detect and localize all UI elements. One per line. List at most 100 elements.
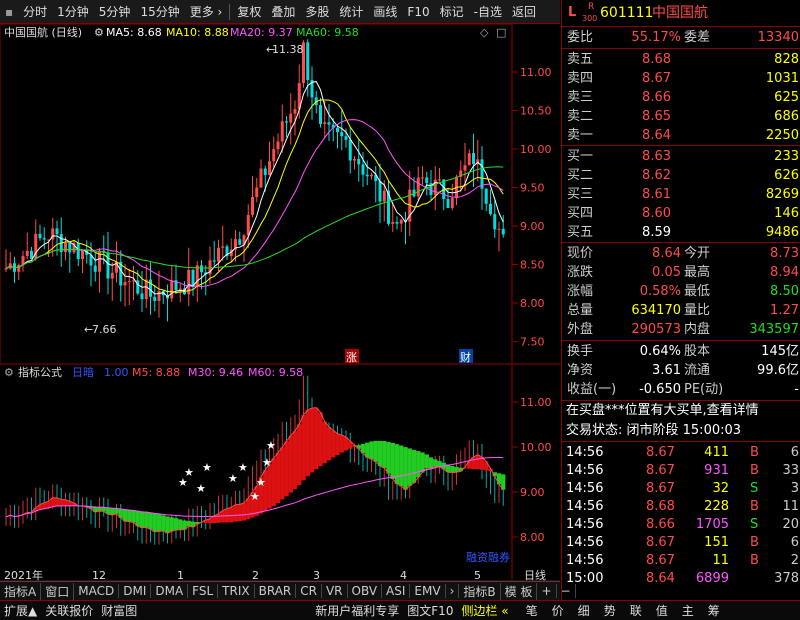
tab-trix[interactable]: TRIX bbox=[218, 584, 255, 598]
stat-label: 外盘 bbox=[567, 322, 594, 337]
period-label[interactable]: 日线 bbox=[524, 568, 546, 582]
f10-button[interactable]: 图文F10 bbox=[403, 602, 457, 619]
new-user-promo[interactable]: 新用户福利专享 bbox=[311, 602, 403, 619]
trade-direction: B bbox=[750, 445, 759, 460]
expand-button[interactable]: 扩展▲ bbox=[0, 602, 41, 619]
sub-settings-icon[interactable]: ⚙ bbox=[4, 366, 14, 379]
settings-icon[interactable]: ⚙ bbox=[94, 26, 104, 39]
tab-chou[interactable]: 筹 bbox=[701, 602, 727, 619]
trade-time: 14:56 bbox=[566, 517, 604, 532]
tab-dma[interactable]: DMA bbox=[151, 584, 189, 598]
buy-order-row: 买二 8.62 626 bbox=[562, 166, 800, 186]
sub-val1: 1.00 bbox=[104, 366, 129, 379]
tab-jia[interactable]: 价 bbox=[545, 602, 571, 619]
close-icon[interactable]: □ bbox=[496, 26, 506, 39]
kline-chart-area[interactable]: 11.00 10.50 10.00 9.50 9.00 8.50 8.00 7.50 11.0… bbox=[0, 24, 560, 592]
tab-zhu[interactable]: 主 bbox=[675, 602, 701, 619]
tab-bi[interactable]: 笔 bbox=[519, 602, 545, 619]
tab-zhibiao-a[interactable]: 指标A bbox=[0, 582, 42, 600]
candle-body bbox=[285, 121, 288, 123]
toolbar-huaxian[interactable]: 画线 bbox=[368, 0, 402, 24]
big-order-notice[interactable]: 在买盘***位置有大买单,查看详情 bbox=[562, 401, 800, 421]
candle-body bbox=[480, 159, 484, 189]
candle-body bbox=[489, 203, 492, 215]
tab-obv[interactable]: OBV bbox=[348, 584, 383, 598]
tab-asi[interactable]: ASI bbox=[382, 584, 411, 598]
trade-count: 20 bbox=[782, 517, 799, 532]
toolbar-item-15min[interactable]: 15分钟 bbox=[135, 0, 184, 24]
sell-order-row: 卖一 8.64 2250 bbox=[562, 126, 800, 146]
toolbar-biaoji[interactable]: 标记 bbox=[435, 0, 469, 24]
candle-body bbox=[501, 228, 505, 235]
tab-macd[interactable]: MACD bbox=[74, 584, 120, 598]
trade-time: 14:56 bbox=[566, 553, 604, 568]
stat-value: 8.64 bbox=[652, 246, 681, 261]
toolbar-item-more[interactable]: 更多 › bbox=[185, 0, 228, 24]
order-price: 8.66 bbox=[642, 90, 671, 105]
weicha-label: 委差 bbox=[684, 30, 711, 45]
stat-label: 今开 bbox=[684, 246, 711, 261]
tab-brar[interactable]: BRAR bbox=[255, 584, 297, 598]
rzrq-link[interactable]: 融资融券 bbox=[466, 550, 510, 564]
toolbar-f10[interactable]: F10 bbox=[402, 0, 434, 24]
tab-window[interactable]: 窗口 bbox=[41, 582, 75, 600]
tab-vr[interactable]: VR bbox=[322, 584, 348, 598]
related-quote-button[interactable]: 关联报价 bbox=[41, 602, 97, 619]
candle-body bbox=[438, 179, 441, 181]
sub-label: 日暗 bbox=[72, 365, 94, 379]
candle-body bbox=[399, 219, 403, 224]
tab-shi[interactable]: 势 bbox=[597, 602, 623, 619]
candle-body bbox=[221, 246, 225, 248]
tab-emv[interactable]: EMV bbox=[410, 584, 446, 598]
divider bbox=[562, 48, 800, 49]
candle-body bbox=[212, 260, 216, 262]
fund-value: 145亿 bbox=[761, 344, 799, 359]
diamond-icon[interactable]: ◇ bbox=[480, 26, 489, 39]
trade-volume: 1705 bbox=[695, 517, 729, 532]
toolbar-tongji[interactable]: 统计 bbox=[334, 0, 368, 24]
weibi-value: 55.17% bbox=[631, 30, 681, 45]
candle-body bbox=[170, 280, 174, 299]
xaxis-label: 2021年 bbox=[4, 568, 43, 582]
main-yaxis-ticks: 11.00 10.50 10.00 9.50 9.00 8.50 8.00 7.50 bbox=[512, 66, 552, 349]
order-level-label: 卖一 bbox=[567, 128, 594, 143]
candle-body bbox=[4, 268, 8, 270]
toolbar-duogu[interactable]: 多股 bbox=[300, 0, 334, 24]
trade-volume: 228 bbox=[704, 499, 729, 514]
wealth-chart-button[interactable]: 财富图 bbox=[97, 602, 141, 619]
tab-more-icon[interactable]: › bbox=[446, 584, 460, 598]
tab-fsl[interactable]: FSL bbox=[188, 584, 219, 598]
candle-body bbox=[340, 132, 344, 137]
tab-xi[interactable]: 细 bbox=[571, 602, 597, 619]
divider bbox=[562, 145, 800, 146]
tab-dmi[interactable]: DMI bbox=[119, 584, 152, 598]
trade-row: 15:00 8.64 6899 378 bbox=[562, 569, 800, 589]
toolbar-square-icon[interactable]: ▪ bbox=[0, 0, 18, 24]
tab-zhi[interactable]: 值 bbox=[649, 602, 675, 619]
tab-lian[interactable]: 联 bbox=[623, 602, 649, 619]
tab-add-button[interactable]: + bbox=[537, 584, 557, 598]
trade-direction: B bbox=[750, 463, 759, 478]
trade-count: 33 bbox=[782, 463, 799, 478]
candle-body bbox=[293, 109, 297, 114]
candle-body bbox=[357, 158, 361, 165]
tab-template[interactable]: 模 板 bbox=[501, 582, 538, 600]
toolbar-fanhui[interactable]: 返回 bbox=[507, 0, 541, 24]
tab-cr[interactable]: CR bbox=[296, 584, 322, 598]
toolbar-item-5min[interactable]: 5分钟 bbox=[94, 0, 136, 24]
stock-name: 中国国航 bbox=[652, 5, 708, 21]
toolbar-item-1min[interactable]: 1分钟 bbox=[52, 0, 94, 24]
toolbar-item-fenshi[interactable]: 分时 bbox=[18, 0, 52, 24]
tab-zhibiao-b[interactable]: 指标B bbox=[459, 582, 501, 600]
candle-body bbox=[365, 174, 369, 177]
candle-body bbox=[493, 214, 497, 230]
fund-value: 0.64% bbox=[639, 344, 681, 359]
toolbar-diejia[interactable]: 叠加 bbox=[266, 0, 300, 24]
toolbar-fuquan[interactable]: 复权 bbox=[232, 0, 266, 24]
fund-value: -0.650 bbox=[639, 382, 681, 397]
fund-label: 换手 bbox=[567, 344, 594, 359]
candle-body bbox=[344, 136, 348, 140]
toolbar-zixuan[interactable]: -自选 bbox=[469, 0, 507, 24]
sidebar-toggle[interactable]: 侧边栏 « bbox=[457, 602, 512, 619]
trade-volume: 32 bbox=[712, 481, 729, 496]
